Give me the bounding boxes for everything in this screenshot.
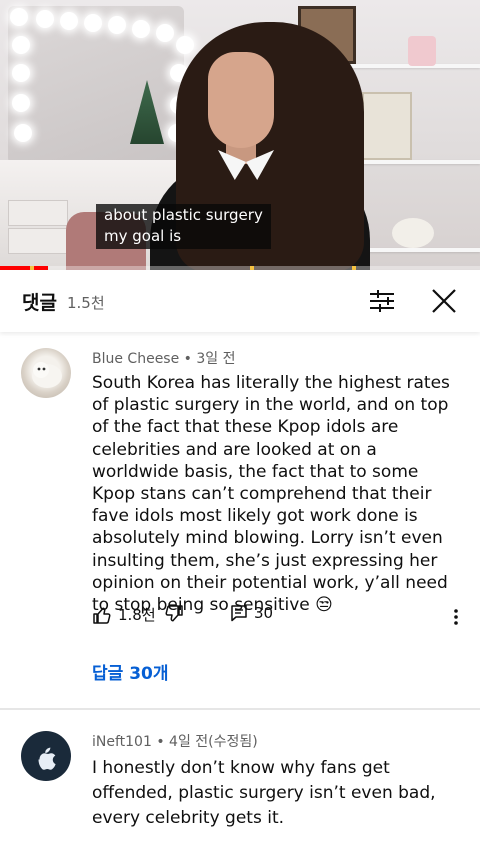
pumpkin-decor	[392, 218, 434, 248]
comment-text: South Korea has literally the highest ra…	[92, 373, 450, 616]
comment-actions: 1.8천 30	[92, 604, 472, 630]
comment-author[interactable]: Blue Cheese	[92, 351, 179, 367]
avatar[interactable]	[21, 731, 71, 781]
more-options-icon[interactable]	[448, 606, 464, 628]
comment-divider	[0, 708, 480, 710]
comment-time: 4일 전(수정됨)	[169, 734, 258, 750]
thumbs-down-icon	[165, 605, 183, 622]
video-player[interactable]: about plastic surgery my goal is	[0, 0, 480, 270]
light-bulb	[10, 8, 28, 26]
comment-text: I honestly don’t know why fans get offen…	[92, 758, 436, 828]
flower-pot	[408, 36, 436, 66]
light-bulb	[176, 36, 194, 54]
award-plaque	[362, 92, 412, 160]
light-bulb	[12, 94, 30, 112]
light-bulb	[108, 16, 126, 34]
light-bulb	[36, 10, 54, 28]
light-bulb	[12, 64, 30, 82]
light-bulb	[14, 124, 32, 142]
meta-separator: •	[183, 351, 197, 367]
comment-reply-icon	[231, 605, 247, 622]
comment-time: 3일 전	[196, 351, 236, 367]
comment-meta: iNeft101 • 4일 전(수정됨)	[92, 731, 258, 751]
presenter-face	[208, 52, 274, 148]
comment-author[interactable]: iNeft101	[92, 734, 152, 750]
dislike-button[interactable]	[164, 604, 184, 624]
light-bulb	[132, 20, 150, 38]
light-bulb	[12, 36, 30, 54]
avatar[interactable]	[21, 348, 71, 398]
view-replies-link[interactable]: 답글 30개	[92, 659, 169, 684]
reply-count: 30	[254, 604, 274, 622]
close-icon[interactable]	[428, 286, 460, 316]
light-bulb	[84, 14, 102, 32]
like-button[interactable]: 1.8천	[92, 604, 156, 625]
thumbs-up-icon	[93, 607, 111, 624]
drawer	[8, 228, 68, 254]
meta-separator: •	[156, 734, 170, 750]
video-caption: about plastic surgery my goal is	[96, 204, 271, 249]
comments-count: 1.5천	[67, 294, 105, 312]
sort-filter-icon[interactable]	[366, 286, 398, 316]
like-count: 1.8천	[118, 606, 156, 624]
reply-button[interactable]: 30	[230, 604, 273, 622]
dog-avatar-icon	[32, 362, 62, 388]
drawer	[8, 200, 68, 226]
light-bulb	[156, 24, 174, 42]
light-bulb	[60, 12, 78, 30]
comment-meta: Blue Cheese • 3일 전	[92, 348, 236, 368]
comments-header: 댓글 1.5천	[0, 270, 480, 332]
apple-logo-icon	[38, 747, 56, 770]
comments-title: 댓글	[22, 292, 57, 314]
